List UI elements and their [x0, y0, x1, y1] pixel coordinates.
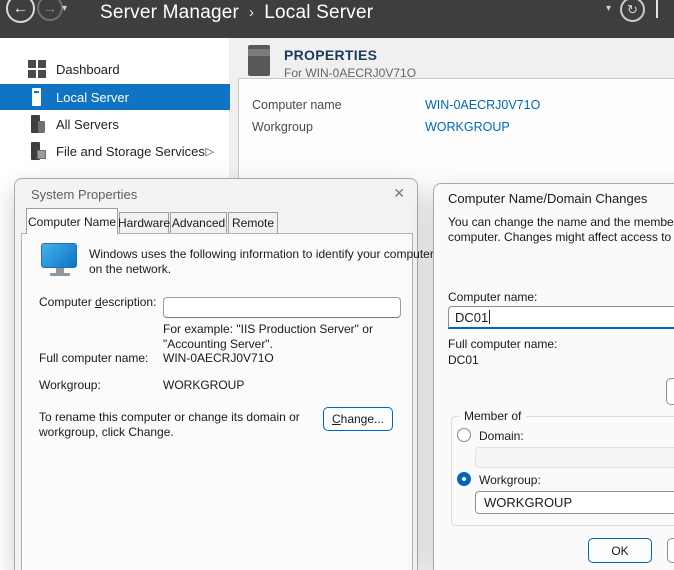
properties-server-icon — [248, 45, 270, 76]
tab-remote[interactable]: Remote — [228, 212, 278, 233]
workgroup-input-value: WORKGROUP — [484, 495, 572, 510]
computer-name-link[interactable]: WIN-0AECRJ0V71O — [425, 98, 540, 112]
tab-computer-name[interactable]: Computer Name — [26, 208, 118, 234]
computer-name-input[interactable]: DC01 — [448, 306, 674, 329]
domain-radio[interactable] — [457, 428, 471, 442]
server-icon — [28, 88, 46, 106]
computer-name-label: Computer name: — [448, 290, 537, 304]
workgroup-label: Workgroup: — [39, 378, 101, 392]
monitor-icon — [41, 243, 79, 279]
file-storage-icon — [28, 142, 46, 160]
full-computer-name-label: Full computer name: — [39, 351, 148, 365]
sidebar-item-label: Dashboard — [56, 62, 120, 77]
domain-input[interactable] — [475, 447, 674, 468]
notifications-flag-icon[interactable] — [656, 0, 658, 18]
servers-stack-icon — [28, 115, 46, 133]
sidebar-item-label: All Servers — [56, 117, 119, 132]
title-bar: ← → ▾ Server Manager › Local Server ▾ ↻ — [0, 0, 674, 38]
cancel-button[interactable] — [667, 538, 674, 563]
property-label: Computer name — [252, 98, 342, 112]
server-manager-window: ← → ▾ Server Manager › Local Server ▾ ↻ … — [0, 0, 674, 570]
member-of-label: Member of — [459, 409, 526, 423]
breadcrumb-current[interactable]: Local Server — [264, 2, 373, 24]
computer-description-label: Computer description: — [39, 295, 156, 309]
intro-text: You can change the name and the membersh… — [448, 215, 674, 229]
properties-title: PROPERTIES — [284, 47, 377, 63]
close-icon[interactable]: ✕ — [393, 185, 405, 202]
workgroup-input[interactable]: WORKGROUP — [475, 491, 674, 514]
breadcrumb: Server Manager › Local Server — [100, 0, 373, 27]
sidebar-item-label: File and Storage Services — [56, 144, 205, 159]
dashboard-icon — [28, 60, 46, 78]
nav-history-caret-icon[interactable]: ▾ — [62, 3, 67, 14]
back-button[interactable]: ← — [6, 0, 35, 23]
more-button[interactable] — [666, 378, 674, 405]
workgroup-value: WORKGROUP — [163, 378, 244, 392]
example-text: For example: "IIS Production Server" or — [163, 322, 373, 336]
domain-radio-label[interactable]: Domain: — [479, 429, 524, 443]
full-computer-name-value: WIN-0AECRJ0V71O — [163, 351, 274, 365]
back-icon: ← — [13, 0, 29, 18]
change-button[interactable]: Change... — [323, 407, 393, 431]
tab-label: Computer Name — [28, 215, 116, 229]
refresh-icon: ↻ — [627, 2, 638, 18]
properties-subtitle: For WIN-0AECRJ0V71O — [284, 66, 416, 80]
property-label: Workgroup — [252, 120, 313, 134]
example-text: "Accounting Server". — [163, 337, 273, 351]
domain-changes-dialog: Computer Name/Domain Changes You can cha… — [433, 183, 674, 570]
breadcrumb-root[interactable]: Server Manager — [100, 2, 239, 24]
ok-button[interactable]: OK — [588, 538, 652, 563]
workgroup-radio-label[interactable]: Workgroup: — [479, 473, 541, 487]
computer-name-value: DC01 — [455, 310, 488, 325]
tab-label: Advanced — [172, 216, 225, 230]
intro-text: computer. Changes might affect access to… — [448, 230, 674, 244]
text-caret — [489, 310, 490, 324]
full-computer-name-value: DC01 — [448, 353, 479, 367]
forward-icon: → — [43, 0, 57, 16]
refresh-button[interactable]: ↻ — [620, 0, 645, 22]
server-caret-icon[interactable]: ▾ — [606, 3, 611, 14]
expand-arrow-icon[interactable]: ▷ — [206, 145, 214, 158]
sidebar-item-local-server[interactable]: Local Server — [0, 84, 230, 110]
rename-hint-text: To rename this computer or change its do… — [39, 410, 300, 424]
tab-label: Hardware — [118, 216, 170, 230]
system-properties-dialog: System Properties ✕ Computer Name Hardwa… — [14, 178, 418, 570]
rename-hint-text: workgroup, click Change. — [39, 425, 174, 439]
tab-page — [21, 233, 413, 570]
sidebar-item-label: Local Server — [56, 90, 129, 105]
dialog-title: Computer Name/Domain Changes — [448, 191, 647, 206]
workgroup-link[interactable]: WORKGROUP — [425, 120, 510, 134]
change-button-label: Change... — [332, 412, 384, 426]
sidebar-item-dashboard[interactable]: Dashboard — [0, 56, 230, 82]
workgroup-radio[interactable] — [457, 472, 471, 486]
forward-button[interactable]: → — [37, 0, 63, 21]
tab-label: Remote — [232, 216, 274, 230]
tab-advanced[interactable]: Advanced — [170, 212, 227, 233]
breadcrumb-separator-icon: › — [249, 4, 254, 21]
dialog-title: System Properties — [31, 187, 137, 202]
ok-button-label: OK — [611, 544, 628, 558]
computer-description-input[interactable] — [163, 297, 401, 318]
intro-text: on the network. — [89, 262, 171, 276]
tab-hardware[interactable]: Hardware — [119, 212, 169, 233]
full-computer-name-label: Full computer name: — [448, 337, 557, 351]
sidebar-item-all-servers[interactable]: All Servers — [0, 111, 230, 137]
sidebar-item-file-storage-services[interactable]: File and Storage Services ▷ — [0, 138, 230, 164]
intro-text: Windows uses the following information t… — [89, 247, 434, 261]
